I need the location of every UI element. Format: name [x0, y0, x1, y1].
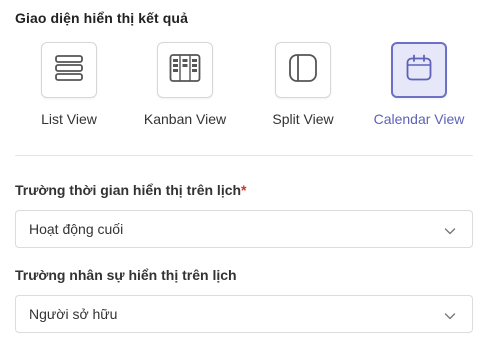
- view-option-label: Calendar View: [373, 111, 465, 127]
- section-title: Giao diện hiển thị kết quả: [15, 10, 188, 26]
- person-field-value: Người sở hữu: [29, 306, 118, 322]
- split-view-icon: [288, 53, 318, 88]
- required-mark: *: [241, 182, 247, 198]
- person-field-select[interactable]: Người sở hữu: [15, 295, 473, 333]
- view-option-label: Split View: [272, 111, 334, 127]
- time-field-label: Trường thời gian hiển thị trên lịch*: [15, 182, 247, 198]
- list-view-tile[interactable]: [41, 42, 97, 98]
- view-option-label: List View: [41, 111, 97, 127]
- calendar-icon: [405, 54, 433, 87]
- person-field-label: Trường nhân sự hiển thị trên lịch: [15, 267, 237, 283]
- split-view-tile[interactable]: [275, 42, 331, 98]
- view-option-label: Kanban View: [143, 111, 227, 127]
- calendar-view-tile[interactable]: [391, 42, 447, 98]
- chevron-down-icon: [444, 224, 456, 236]
- view-option-kanban[interactable]: Kanban View: [135, 42, 235, 132]
- time-field-select[interactable]: Hoạt động cuối: [15, 210, 473, 248]
- section-divider: [15, 155, 473, 156]
- time-field-label-text: Trường thời gian hiển thị trên lịch: [15, 182, 242, 198]
- view-option-split[interactable]: Split View: [253, 42, 353, 132]
- view-options: List View Kanban View Split View Calenda…: [0, 42, 493, 132]
- display-settings-panel: Giao diện hiển thị kết quả List View Kan…: [0, 0, 493, 348]
- kanban-view-tile[interactable]: [157, 42, 213, 98]
- list-icon: [54, 53, 84, 88]
- chevron-down-icon: [444, 309, 456, 321]
- kanban-icon: [169, 53, 201, 88]
- view-option-list[interactable]: List View: [19, 42, 119, 132]
- time-field-value: Hoạt động cuối: [29, 221, 124, 237]
- view-option-calendar[interactable]: Calendar View: [369, 42, 469, 132]
